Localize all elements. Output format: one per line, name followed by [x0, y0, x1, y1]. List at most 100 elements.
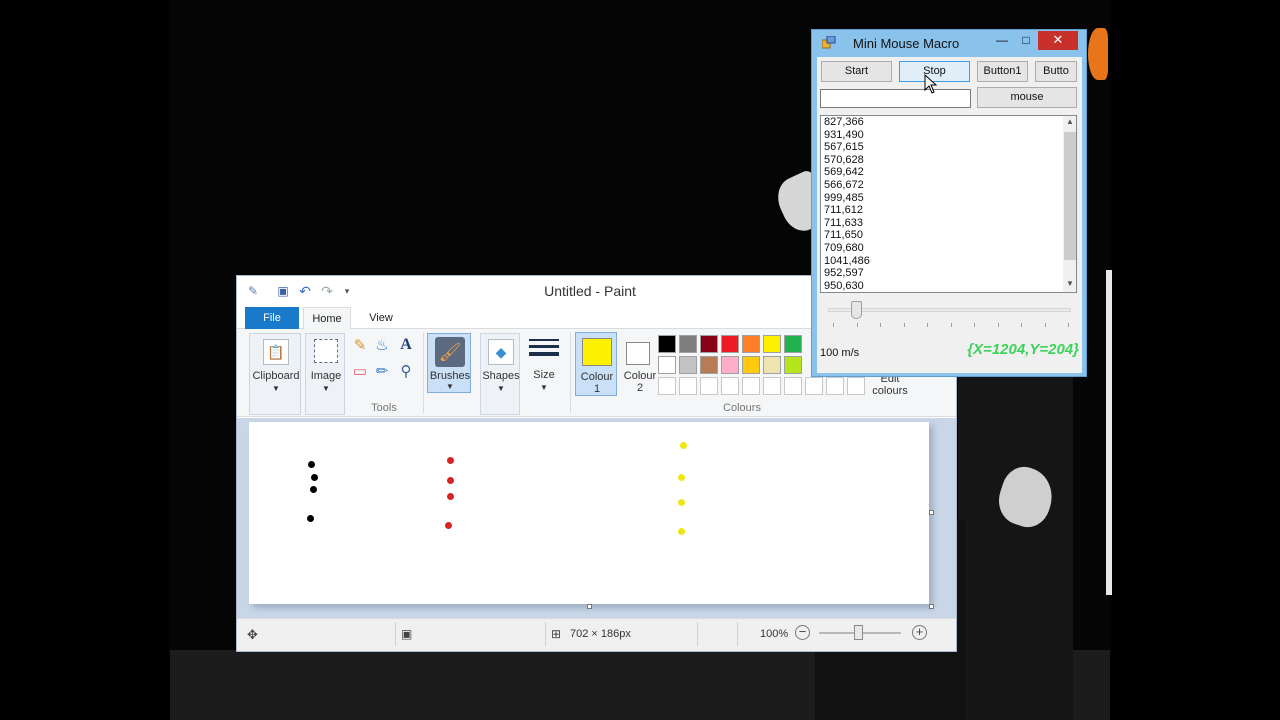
macro-titlebar[interactable]: Mini Mouse Macro — □ ✕ [812, 30, 1086, 57]
zoom-in-button[interactable]: + [912, 625, 927, 640]
ribbon-separator [423, 333, 424, 413]
start-button[interactable]: Start [821, 61, 892, 82]
clipboard-button[interactable]: 📋 Clipboard ▼ [249, 333, 301, 415]
fill-icon[interactable]: ♨ [373, 336, 391, 354]
coordinate-item[interactable]: 567,615 [821, 141, 1076, 154]
coordinate-item[interactable]: 1041,486 [821, 255, 1076, 268]
red-dot [445, 522, 452, 529]
tab-home[interactable]: Home [303, 307, 351, 330]
close-icon[interactable]: ✕ [1038, 31, 1078, 50]
speed-label: 100 m/s [820, 347, 860, 359]
magnifier-icon[interactable]: ⚲ [397, 362, 415, 380]
chevron-down-icon: ▼ [446, 382, 454, 391]
drawing-canvas[interactable] [249, 422, 929, 604]
coordinate-list[interactable]: 827,366 931,490 567,615 570,628 569,642 566,6… [820, 115, 1077, 293]
slider-tick [833, 323, 834, 327]
canvas-size-icon: ⊞ [551, 627, 562, 641]
custom-colour-swatch[interactable] [721, 377, 739, 395]
palette-swatch[interactable] [742, 356, 760, 374]
status-separator [697, 622, 698, 646]
status-bar: ✥ ▣ ⊞ 702 × 186px 100% − + [237, 618, 956, 651]
coordinate-item[interactable]: 999,485 [821, 192, 1076, 205]
palette-swatch[interactable] [700, 356, 718, 374]
color-picker-icon[interactable]: ✏ [373, 362, 391, 380]
palette-swatch[interactable] [742, 335, 760, 353]
tab-file[interactable]: File [245, 307, 299, 329]
status-separator [395, 622, 396, 646]
slider-tick [1044, 323, 1046, 327]
custom-colour-swatch[interactable] [847, 377, 865, 395]
palette-swatch[interactable] [763, 356, 781, 374]
coordinate-item[interactable]: 827,366 [821, 116, 1076, 129]
colour1-label-line2: 1 [593, 383, 601, 395]
macro-text-input[interactable] [820, 89, 971, 108]
custom-colour-swatch[interactable] [784, 377, 802, 395]
coordinate-item[interactable]: 569,642 [821, 166, 1076, 179]
image-button[interactable]: Image ▼ [305, 333, 345, 415]
coordinate-item[interactable]: 570,628 [821, 154, 1076, 167]
wallpaper-edge [1106, 270, 1112, 595]
tab-view[interactable]: View [359, 307, 403, 329]
button1[interactable]: Button1 [977, 61, 1028, 82]
text-icon[interactable]: A [397, 336, 415, 354]
palette-swatch[interactable] [658, 335, 676, 353]
canvas-dimensions: 702 × 186px [570, 628, 631, 640]
speed-slider-thumb[interactable] [851, 301, 862, 319]
coordinate-item[interactable]: 711,650 [821, 229, 1076, 242]
palette-swatch[interactable] [679, 335, 697, 353]
palette-swatch[interactable] [700, 335, 718, 353]
size-button[interactable]: Size ▼ [525, 333, 563, 415]
palette-swatch[interactable] [679, 356, 697, 374]
list-scrollbar[interactable]: ▲ ▼ [1063, 116, 1076, 292]
coordinate-item[interactable]: 952,597 [821, 267, 1076, 280]
zoom-level: 100% [760, 628, 789, 640]
resize-handle-corner[interactable] [929, 604, 934, 609]
zoom-out-button[interactable]: − [795, 625, 810, 640]
eraser-icon[interactable]: ▭ [351, 362, 369, 380]
macro-app-icon[interactable] [821, 35, 836, 49]
coordinate-item[interactable]: 566,672 [821, 179, 1076, 192]
custom-colour-swatch[interactable] [679, 377, 697, 395]
palette-swatch[interactable] [658, 356, 676, 374]
custom-colour-swatch[interactable] [805, 377, 823, 395]
red-dot [447, 457, 454, 464]
coordinate-item[interactable]: 709,680 [821, 242, 1076, 255]
scroll-up-icon[interactable]: ▲ [1066, 117, 1074, 126]
brushes-button[interactable]: 🖌 Brushes ▼ [427, 333, 471, 393]
size-line-medium [529, 345, 559, 348]
coordinate-item[interactable]: 711,633 [821, 217, 1076, 230]
palette-swatch[interactable] [784, 356, 802, 374]
custom-colour-swatch[interactable] [742, 377, 760, 395]
yellow-dot [680, 442, 687, 449]
colour1-button[interactable]: Colour 1 [575, 332, 617, 396]
coordinate-item[interactable]: 711,612 [821, 204, 1076, 217]
maximize-icon[interactable]: □ [1016, 31, 1036, 50]
resize-handle-right[interactable] [929, 510, 934, 515]
coordinate-item[interactable]: 950,630 [821, 280, 1076, 292]
shapes-button[interactable]: ◆ Shapes ▼ [480, 333, 520, 415]
scroll-down-icon[interactable]: ▼ [1066, 279, 1074, 288]
list-scroll-thumb[interactable] [1064, 132, 1076, 260]
coordinate-item[interactable]: 931,490 [821, 129, 1076, 142]
colour1-label: Colour 1 [576, 371, 618, 395]
minimize-icon[interactable]: — [992, 31, 1012, 50]
resize-handle-bottom[interactable] [587, 604, 592, 609]
palette-swatch[interactable] [721, 356, 739, 374]
yellow-dot [678, 499, 685, 506]
button2[interactable]: Butto [1035, 61, 1077, 82]
palette-swatch[interactable] [721, 335, 739, 353]
clipboard-label: Clipboard [252, 370, 300, 382]
custom-colour-swatch[interactable] [658, 377, 676, 395]
custom-colour-swatch[interactable] [826, 377, 844, 395]
pencil-icon[interactable]: ✎ [351, 336, 369, 354]
status-separator [545, 622, 546, 646]
custom-colour-swatch[interactable] [700, 377, 718, 395]
custom-colour-swatch[interactable] [763, 377, 781, 395]
zoom-slider-thumb[interactable] [854, 625, 863, 640]
palette-swatch[interactable] [763, 335, 781, 353]
colour2-button[interactable]: Colour 2 [619, 332, 661, 396]
mouse-button[interactable]: mouse [977, 87, 1077, 108]
macro-body: Start Stop Button1 Butto mouse 827,366 93… [817, 57, 1082, 373]
palette-swatch[interactable] [784, 335, 802, 353]
speed-slider-track[interactable] [828, 308, 1071, 312]
